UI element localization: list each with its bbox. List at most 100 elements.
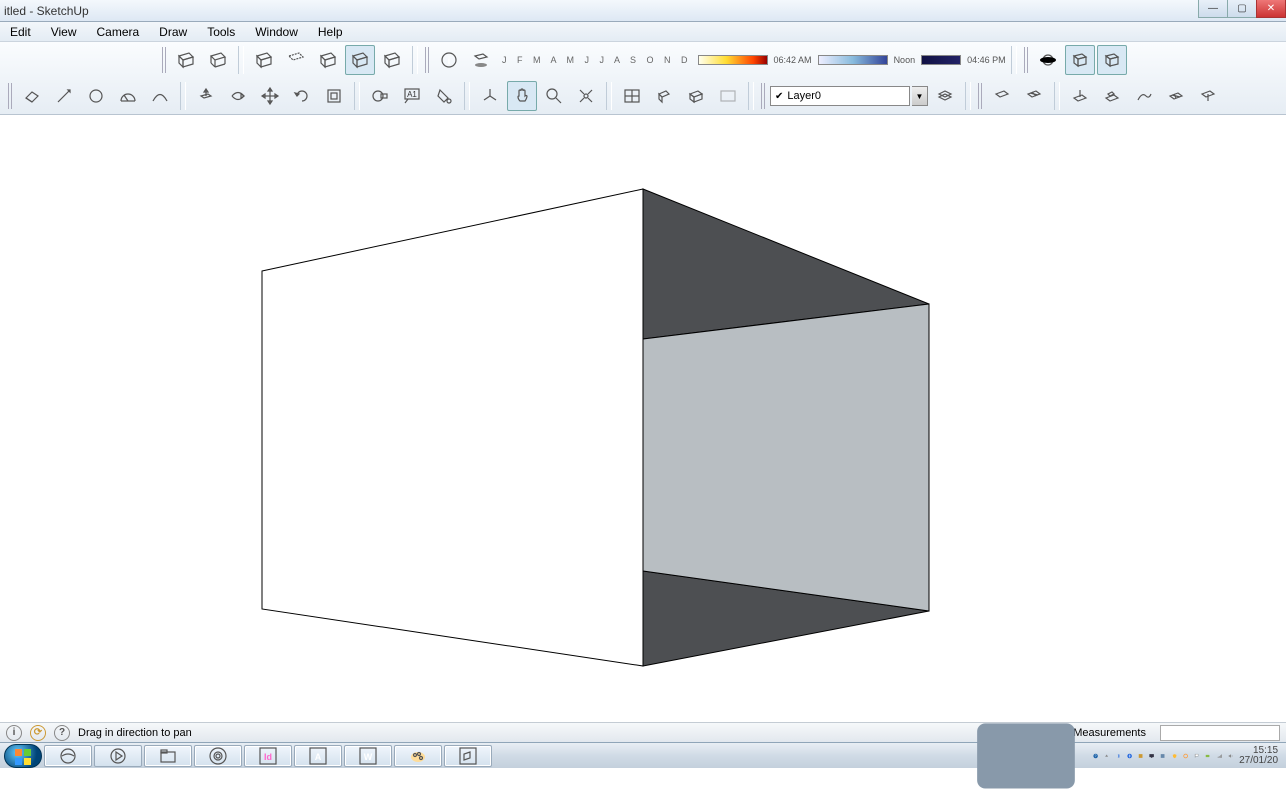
- sandbox-tool-6[interactable]: [1161, 81, 1191, 111]
- map-tool-4[interactable]: [713, 81, 743, 111]
- zoom-extents-tool[interactable]: [571, 81, 601, 111]
- sandbox-tool-2[interactable]: [1019, 81, 1049, 111]
- tray-app2-icon[interactable]: [1160, 749, 1165, 763]
- orbit-icon[interactable]: [1033, 45, 1063, 75]
- shadow-toggle[interactable]: [466, 45, 496, 75]
- menu-view[interactable]: View: [41, 23, 87, 41]
- toolbar-grip[interactable]: [8, 83, 13, 109]
- scale-tool[interactable]: [319, 81, 349, 111]
- tape-tool[interactable]: [365, 81, 395, 111]
- menu-window[interactable]: Window: [245, 23, 308, 41]
- tray-sync-icon[interactable]: [1183, 749, 1188, 763]
- separator: [464, 82, 470, 110]
- sandbox-tool-5[interactable]: [1129, 81, 1159, 111]
- minimize-button[interactable]: —: [1198, 0, 1228, 18]
- tray-up-icon[interactable]: [1104, 749, 1109, 763]
- move-tool[interactable]: [255, 81, 285, 111]
- map-tool-1[interactable]: [617, 81, 647, 111]
- toolbar-row-2: A1 ✔ Layer0 ▼: [0, 78, 1286, 114]
- separator: [1054, 82, 1060, 110]
- toolbar-grip[interactable]: [1024, 47, 1029, 73]
- pan-tool[interactable]: [507, 81, 537, 111]
- tray-bt2-icon[interactable]: [1127, 749, 1132, 763]
- toolbar-grip[interactable]: [761, 83, 766, 109]
- rotate-tool[interactable]: [287, 81, 317, 111]
- task-chrome[interactable]: [194, 745, 242, 767]
- text-tool[interactable]: A1: [397, 81, 427, 111]
- style-tool-2[interactable]: [203, 45, 233, 75]
- arc-tool[interactable]: [145, 81, 175, 111]
- style-tool-4[interactable]: [281, 45, 311, 75]
- help-icon[interactable]: ?: [54, 725, 70, 741]
- separator: [748, 82, 754, 110]
- style-tool-6[interactable]: [345, 45, 375, 75]
- view-front-icon[interactable]: [1065, 45, 1095, 75]
- layer-manager-icon[interactable]: [930, 81, 960, 111]
- map-tool-2[interactable]: [649, 81, 679, 111]
- style-tool-7[interactable]: [377, 45, 407, 75]
- maximize-button[interactable]: ▢: [1227, 0, 1257, 18]
- followme-tool[interactable]: [223, 81, 253, 111]
- status-icon-2[interactable]: ⟳: [30, 725, 46, 741]
- task-explorer[interactable]: [144, 745, 192, 767]
- menu-draw[interactable]: Draw: [149, 23, 197, 41]
- sandbox-tool-7[interactable]: [1193, 81, 1223, 111]
- close-button[interactable]: ✕: [1256, 0, 1286, 18]
- sun-gradient[interactable]: [698, 55, 768, 65]
- axes-tool[interactable]: [475, 81, 505, 111]
- tray-keyboard-icon[interactable]: [969, 699, 1087, 812]
- task-paint[interactable]: [394, 745, 442, 767]
- menu-tools[interactable]: Tools: [197, 23, 245, 41]
- line-tool[interactable]: [49, 81, 79, 111]
- start-button[interactable]: [4, 744, 42, 768]
- tray-wifi-icon[interactable]: [1217, 749, 1222, 763]
- sandbox-tool-4[interactable]: [1097, 81, 1127, 111]
- layer-dropdown-arrow[interactable]: ▼: [912, 86, 928, 106]
- status-icon-1[interactable]: i: [6, 725, 22, 741]
- evening-gradient[interactable]: [921, 55, 961, 65]
- toolbar-grip[interactable]: [425, 47, 430, 73]
- style-tool-5[interactable]: [313, 45, 343, 75]
- system-tray: ? 15:15 27/01/20: [969, 699, 1282, 812]
- eraser-tool[interactable]: [17, 81, 47, 111]
- tray-battery-icon[interactable]: [1205, 749, 1210, 763]
- tray-help-icon[interactable]: ?: [1093, 749, 1098, 763]
- svg-text:i: i: [448, 56, 451, 67]
- task-media[interactable]: [94, 745, 142, 767]
- style-tool-1[interactable]: [171, 45, 201, 75]
- task-word[interactable]: W: [344, 745, 392, 767]
- tray-flag-icon[interactable]: [1194, 749, 1199, 763]
- task-ie[interactable]: [44, 745, 92, 767]
- sandbox-tool-1[interactable]: [987, 81, 1017, 111]
- menu-edit[interactable]: Edit: [0, 23, 41, 41]
- task-sketchup[interactable]: [444, 745, 492, 767]
- layer-dropdown[interactable]: ✔ Layer0: [770, 86, 910, 106]
- menu-help[interactable]: Help: [308, 23, 353, 41]
- tray-volume-icon[interactable]: [1228, 749, 1233, 763]
- separator: [354, 82, 360, 110]
- taskbar-clock[interactable]: 15:15 27/01/20: [1239, 746, 1278, 766]
- task-acrobat[interactable]: A: [294, 745, 342, 767]
- circle-tool[interactable]: [81, 81, 111, 111]
- task-indesign[interactable]: Id: [244, 745, 292, 767]
- tray-monitor-icon[interactable]: [1149, 749, 1154, 763]
- sandbox-tool-3[interactable]: [1065, 81, 1095, 111]
- style-tool-3[interactable]: [249, 45, 279, 75]
- month-strip[interactable]: J F M A M J J A S O N D: [498, 55, 696, 65]
- tray-bluetooth-icon[interactable]: [1116, 749, 1121, 763]
- toolbar-grip[interactable]: [162, 47, 167, 73]
- toolbar-grip[interactable]: [978, 83, 983, 109]
- model-viewport[interactable]: [0, 116, 1286, 722]
- protractor-tool[interactable]: [113, 81, 143, 111]
- tray-shield-icon[interactable]: [1172, 749, 1177, 763]
- map-tool-3[interactable]: [681, 81, 711, 111]
- pushpull-tool[interactable]: [191, 81, 221, 111]
- menu-camera[interactable]: Camera: [86, 23, 149, 41]
- layer-name: Layer0: [787, 90, 821, 102]
- day-gradient[interactable]: [818, 55, 888, 65]
- view-iso-icon[interactable]: [1097, 45, 1127, 75]
- zoom-tool[interactable]: [539, 81, 569, 111]
- tray-app-icon[interactable]: [1138, 749, 1143, 763]
- paint-tool[interactable]: [429, 81, 459, 111]
- info-button[interactable]: i: [434, 45, 464, 75]
